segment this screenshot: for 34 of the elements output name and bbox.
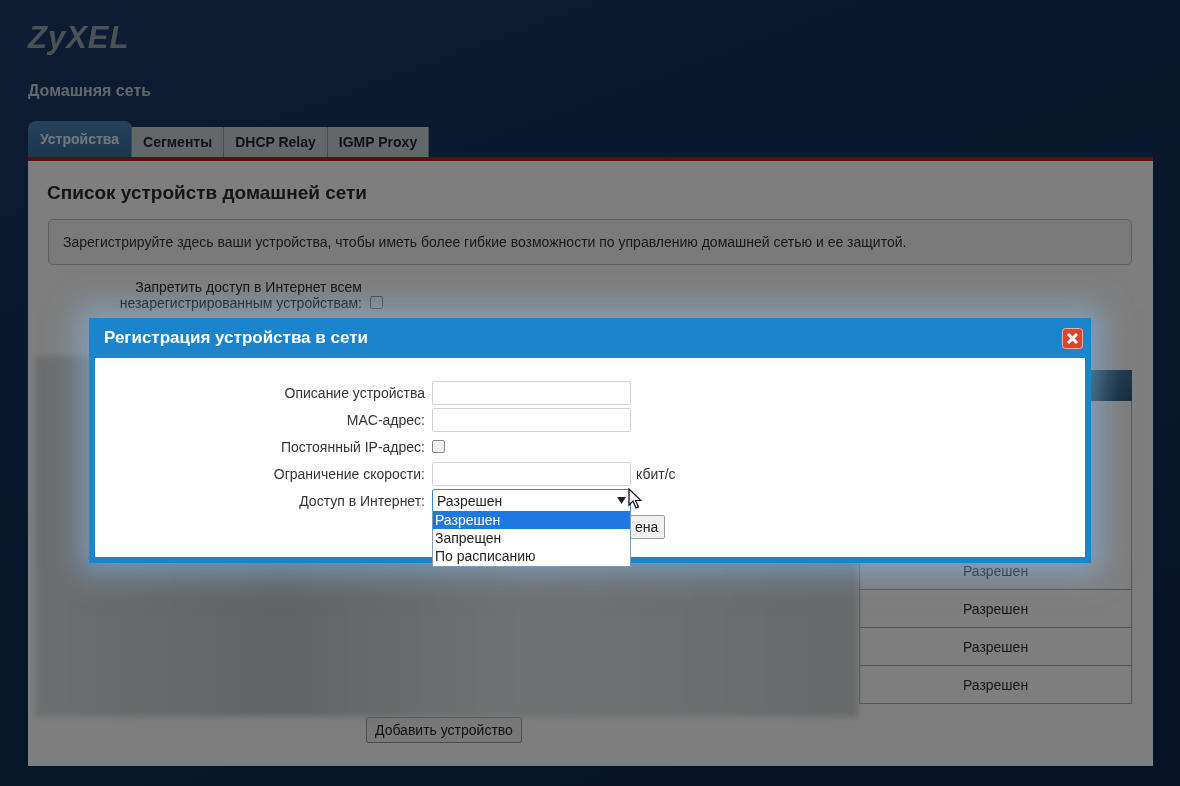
unit-label: кбит/с: [636, 465, 676, 482]
close-icon[interactable]: [1062, 327, 1083, 349]
cursor-icon: [628, 488, 642, 509]
tab[interactable]: Сегменты: [132, 127, 225, 157]
page-title: Домашняя сеть: [28, 82, 152, 100]
table-cell: Разрешен: [962, 676, 1029, 693]
table-cell: Разрешен: [962, 600, 1029, 617]
add-device-button[interactable]: Добавить устройство: [366, 717, 522, 743]
dropdown-option[interactable]: По расписанию: [433, 547, 630, 565]
checkbox[interactable]: [370, 296, 383, 309]
logo: ZyXEL: [28, 22, 130, 54]
info-message: Зарегистрируйте здесь ваши устройства, чтобы иметь более гибкие возможности по управлению домашней сетью и ее защитой.: [48, 219, 1132, 265]
table-cell: Разрешен: [962, 638, 1029, 655]
checkbox[interactable]: [432, 440, 445, 453]
input-field[interactable]: [432, 461, 631, 486]
field-label: Постоянный IP-адрес:: [280, 438, 426, 455]
input-field[interactable]: [432, 380, 631, 405]
cancel-button[interactable]: ена: [630, 515, 666, 539]
tab[interactable]: IGMP Proxy: [327, 127, 430, 157]
field-label: Описание устройства: [283, 384, 426, 401]
dialog-title: Регистрация устройства в сети: [104, 328, 368, 348]
field-label: Ограничение скорости:: [272, 465, 426, 482]
tab[interactable]: Устройства: [28, 121, 133, 157]
tab[interactable]: DHCP Relay: [224, 127, 328, 157]
field-label: Доступ в Интернет:: [298, 492, 426, 509]
dropdown-option[interactable]: Запрещен: [433, 529, 630, 547]
caret-icon: [617, 497, 626, 504]
section-title: Список устройств домашней сети: [47, 181, 368, 205]
input-field[interactable]: [432, 407, 631, 432]
table-cell: Разрешен: [962, 562, 1029, 579]
dropdown-option[interactable]: Разрешен: [433, 511, 630, 529]
access-dropdown[interactable]: Разрешен: [432, 488, 631, 513]
checkbox-label: Запретить доступ в Интернет всем незарегистрированным устройствам:: [118, 279, 362, 311]
field-label: MAC-адрес:: [345, 411, 426, 428]
